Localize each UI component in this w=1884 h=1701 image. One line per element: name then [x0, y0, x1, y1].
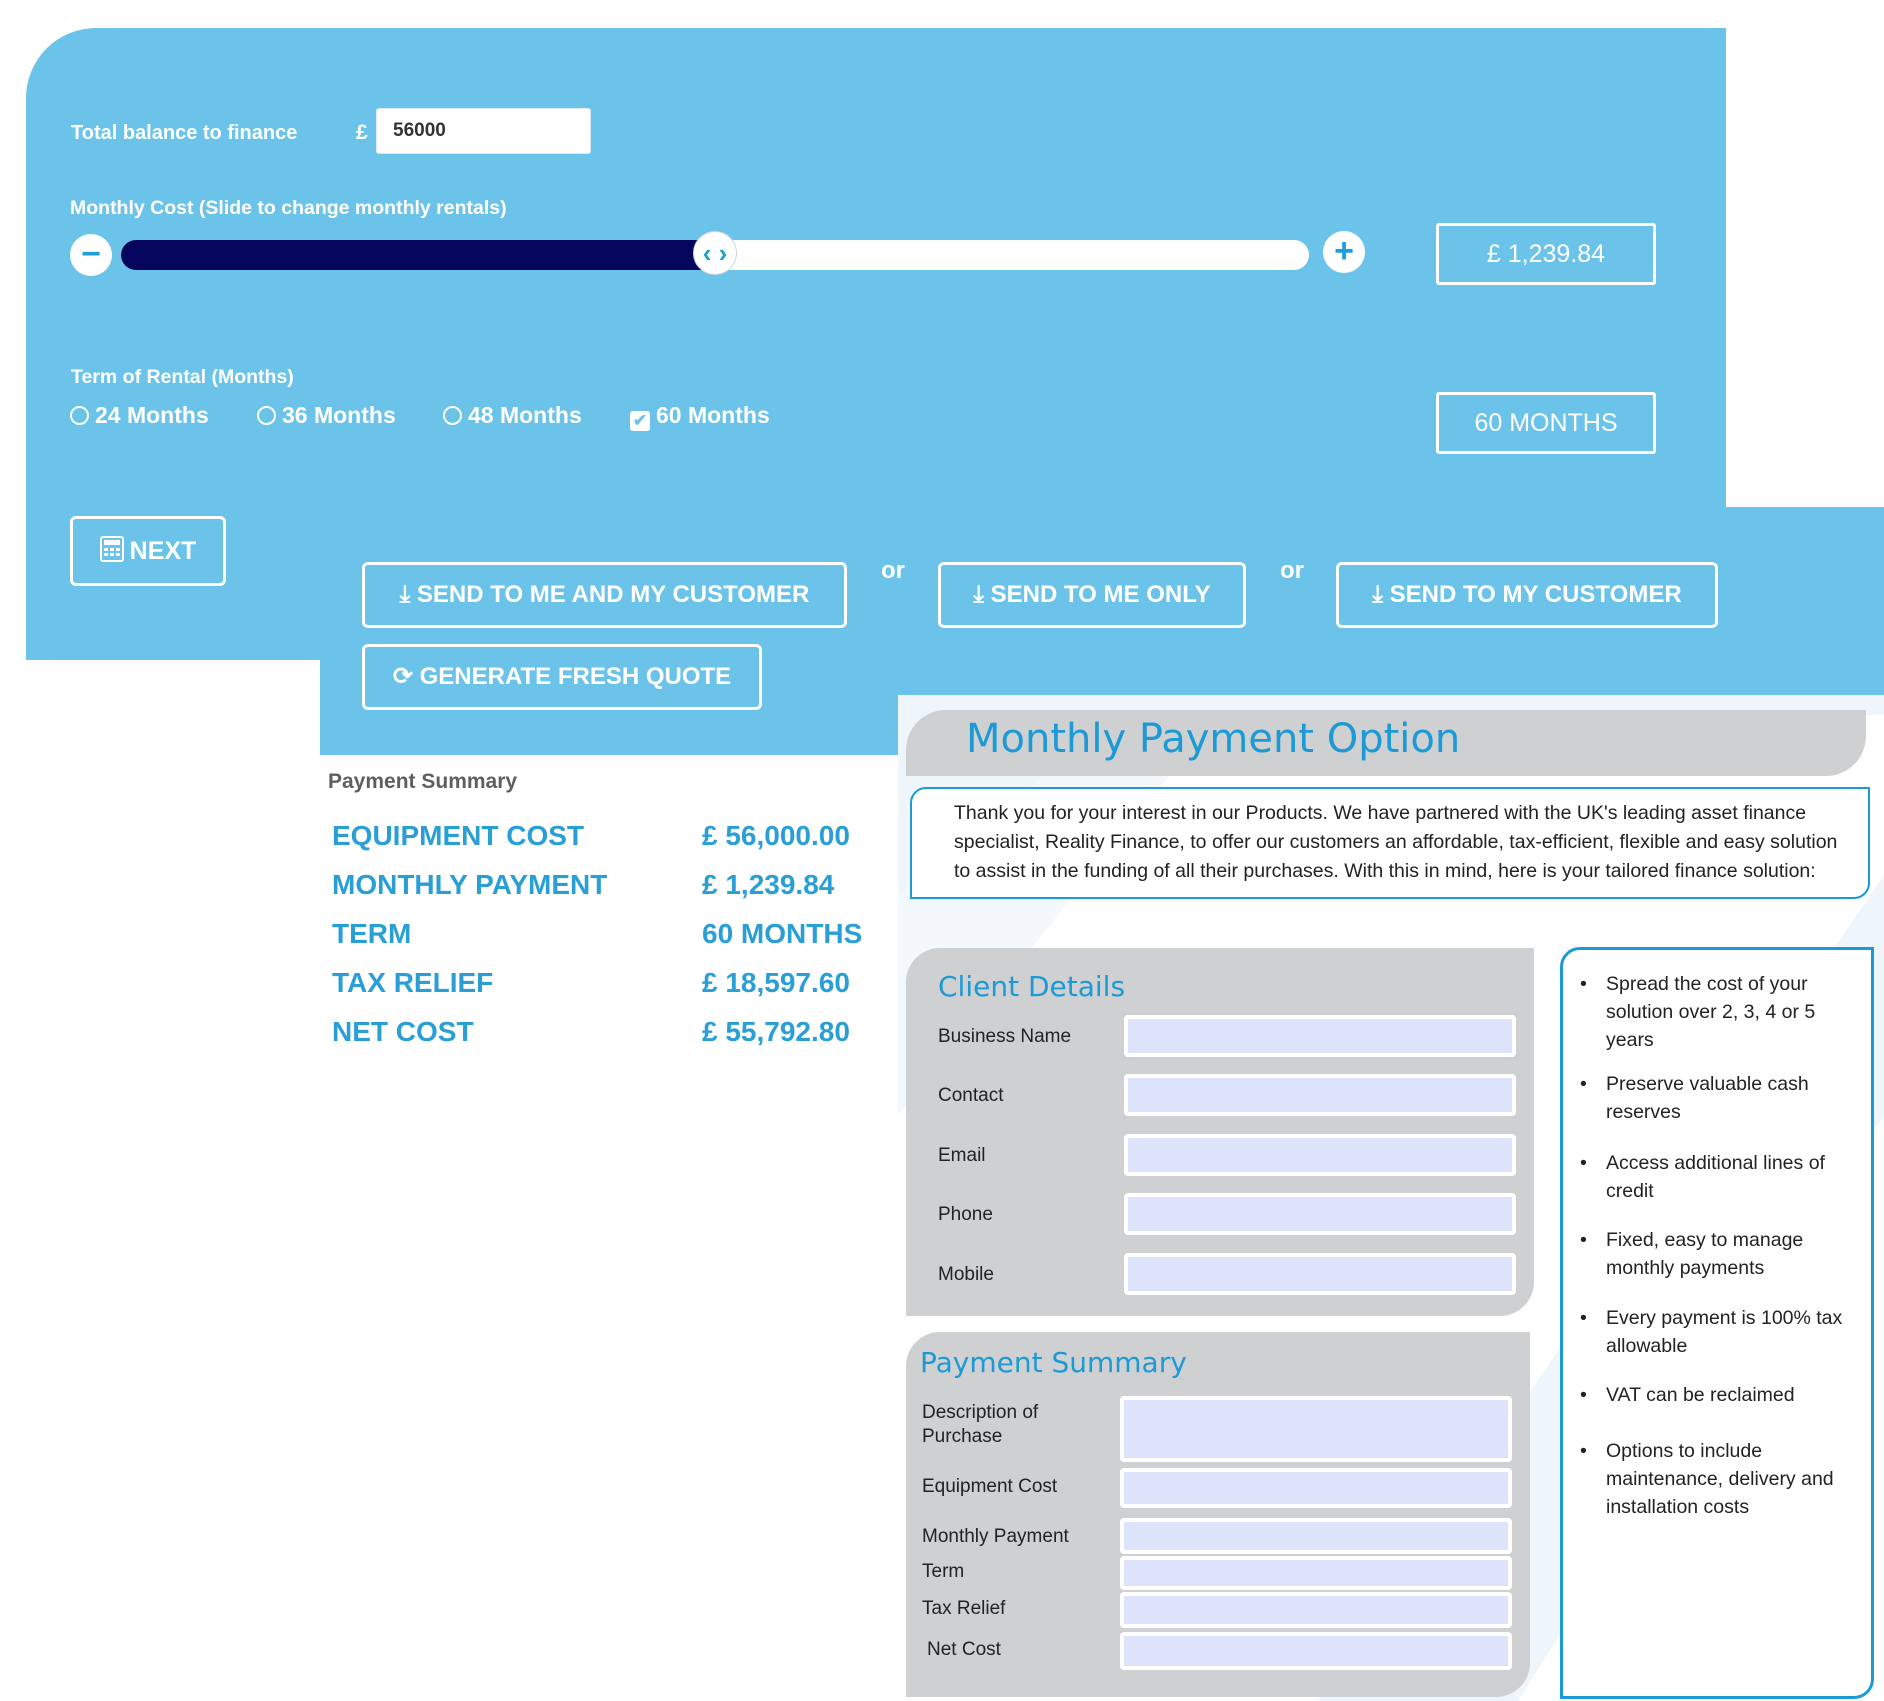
next-label: NEXT — [129, 537, 197, 565]
send-both-label: SEND TO ME AND MY CUSTOMER — [416, 581, 810, 608]
currency-symbol: £ — [356, 121, 368, 144]
business-name-label: Business Name — [938, 1026, 1072, 1047]
refresh-icon: ⟳ — [392, 663, 413, 690]
summary-label: NET COST — [332, 1016, 474, 1047]
download-icon: ⤓ — [399, 581, 411, 608]
monthly-payment-label: Monthly Payment — [922, 1526, 1069, 1547]
monthly-cost-slider[interactable]: ‹ › — [121, 231, 1309, 275]
slider-minus-button[interactable]: − — [70, 234, 112, 276]
net-cost-field[interactable] — [1120, 1632, 1512, 1670]
brochure-header: Monthly Payment Option — [906, 710, 1866, 776]
or-separator: or — [881, 557, 905, 584]
summary-row-equipment-cost: EQUIPMENT COST £ 56,000.00 — [332, 820, 850, 852]
net-cost-label: Net Cost — [927, 1639, 1001, 1660]
benefit-item: Options to include maintenance, delivery… — [1580, 1437, 1846, 1521]
mobile-label: Mobile — [938, 1264, 994, 1285]
monthly-cost-label: Monthly Cost (Slide to change monthly re… — [70, 197, 507, 219]
payment-summary-title: Payment Summary — [920, 1346, 1187, 1379]
client-details-panel: Client Details Business Name Contact Ema… — [906, 948, 1534, 1316]
monthly-payment-field[interactable] — [1120, 1518, 1512, 1554]
summary-row-net-cost: NET COST £ 55,792.80 — [332, 1016, 850, 1048]
calculator-icon — [99, 536, 124, 562]
radio-empty-icon — [443, 406, 462, 425]
slider-fill — [121, 240, 715, 270]
term-label: Term of Rental (Months) — [71, 366, 294, 388]
term-option-36[interactable]: 36 Months — [257, 402, 396, 429]
radio-empty-icon — [70, 406, 89, 425]
summary-value: £ 18,597.60 — [702, 967, 850, 998]
benefit-item: Spread the cost of your solution over 2,… — [1580, 970, 1846, 1054]
summary-label: EQUIPMENT COST — [332, 820, 585, 851]
summary-label: MONTHLY PAYMENT — [332, 869, 608, 900]
intro-text: Thank you for your interest in our Produ… — [910, 787, 1870, 899]
summary-label: TAX RELIEF — [332, 967, 494, 998]
send-customer-label: SEND TO MY CUSTOMER — [1389, 581, 1682, 608]
or-separator: or — [1280, 557, 1304, 584]
term-option-60[interactable]: ✔ 60 Months — [630, 402, 770, 431]
term-display: 60 MONTHS — [1436, 392, 1656, 454]
summary-value: 60 MONTHS — [702, 918, 863, 949]
monthly-payment-brochure: Monthly Payment Option Thank you for you… — [898, 695, 1884, 1701]
send-to-my-customer-button[interactable]: ⤓ SEND TO MY CUSTOMER — [1336, 562, 1718, 628]
balance-input[interactable] — [376, 108, 591, 154]
download-icon: ⤓ — [1372, 581, 1383, 608]
summary-row-monthly-payment: MONTHLY PAYMENT £ 1,239.84 — [332, 869, 834, 901]
term-option-24[interactable]: 24 Months — [70, 402, 209, 429]
term-option-label: 24 Months — [95, 402, 209, 428]
brochure-title: Monthly Payment Option — [966, 716, 1461, 762]
mobile-field[interactable] — [1124, 1253, 1516, 1295]
benefit-item: VAT can be reclaimed — [1580, 1381, 1846, 1409]
description-label: Description of Purchase — [922, 1402, 1039, 1447]
generate-fresh-quote-button[interactable]: ⟳ GENERATE FRESH QUOTE — [362, 644, 762, 710]
term-option-label: 60 Months — [656, 402, 770, 428]
benefit-item: Access additional lines of credit — [1580, 1149, 1846, 1205]
payment-summary-heading: Payment Summary — [328, 770, 518, 793]
equipment-cost-label: Equipment Cost — [922, 1476, 1058, 1497]
send-to-me-only-button[interactable]: ⤓ SEND TO ME ONLY — [938, 562, 1246, 628]
benefit-item: Fixed, easy to manage monthly payments — [1580, 1226, 1846, 1282]
summary-label: TERM — [332, 918, 412, 949]
download-icon: ⤓ — [973, 581, 984, 608]
email-label: Email — [938, 1145, 986, 1166]
phone-field[interactable] — [1124, 1193, 1516, 1235]
tax-relief-label: Tax Relief — [922, 1598, 1006, 1619]
summary-value: £ 1,239.84 — [702, 869, 835, 900]
summary-value: £ 55,792.80 — [702, 1016, 850, 1047]
description-field[interactable] — [1120, 1396, 1512, 1462]
balance-label: Total balance to finance — [71, 122, 298, 144]
summary-row-tax-relief: TAX RELIEF £ 18,597.60 — [332, 967, 850, 999]
slider-plus-button[interactable]: + — [1323, 231, 1365, 273]
term-field-label: Term — [922, 1561, 965, 1582]
payment-summary-panel: Payment Summary Description of Purchase … — [906, 1332, 1530, 1697]
checkbox-checked-icon: ✔ — [630, 411, 650, 431]
send-me-label: SEND TO ME ONLY — [990, 581, 1211, 608]
generate-label: GENERATE FRESH QUOTE — [419, 663, 732, 690]
summary-row-term: TERM 60 MONTHS — [332, 918, 862, 950]
term-field[interactable] — [1120, 1556, 1512, 1590]
term-option-48[interactable]: 48 Months — [443, 402, 582, 429]
term-option-label: 36 Months — [282, 402, 396, 428]
term-option-label: 48 Months — [468, 402, 582, 428]
benefits-box: Spread the cost of your solution over 2,… — [1560, 947, 1874, 1699]
equipment-cost-field[interactable] — [1120, 1468, 1512, 1508]
benefit-item: Every payment is 100% tax allowable — [1580, 1304, 1846, 1360]
tax-relief-field[interactable] — [1120, 1592, 1512, 1628]
next-button[interactable]: NEXT — [70, 516, 226, 586]
client-details-title: Client Details — [938, 970, 1126, 1003]
contact-label: Contact — [938, 1085, 1004, 1106]
radio-empty-icon — [257, 406, 276, 425]
benefit-item: Preserve valuable cash reserves — [1580, 1070, 1846, 1126]
send-to-me-and-customer-button[interactable]: ⤓ SEND TO ME AND MY CUSTOMER — [362, 562, 847, 628]
monthly-cost-display: £ 1,239.84 — [1436, 223, 1656, 285]
business-name-field[interactable] — [1124, 1015, 1516, 1057]
contact-field[interactable] — [1124, 1074, 1516, 1116]
slider-thumb[interactable]: ‹ › — [693, 231, 737, 275]
email-field[interactable] — [1124, 1134, 1516, 1176]
phone-label: Phone — [938, 1204, 993, 1225]
summary-value: £ 56,000.00 — [702, 820, 850, 851]
